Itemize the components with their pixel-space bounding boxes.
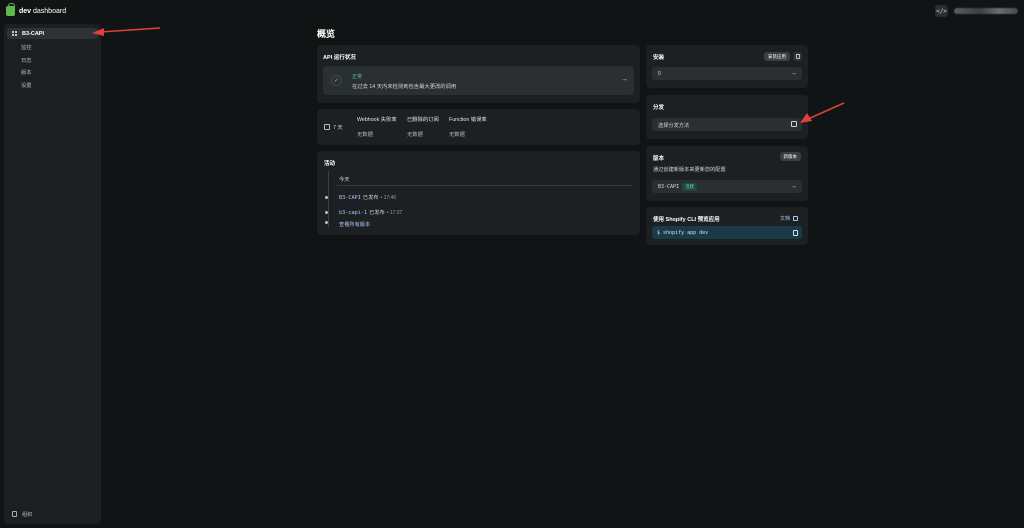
current-version-row[interactable]: B3-CAPI 活跃 →	[652, 180, 802, 193]
building-icon	[12, 511, 17, 517]
event-time: • 17:37	[386, 209, 403, 216]
period-selector[interactable]: 7 天	[333, 123, 343, 131]
status-badge: 正常	[352, 74, 363, 80]
install-count: 0	[658, 71, 661, 77]
cli-card: 使用 Shopify CLI 预览应用 文档 $ shopify app dev	[646, 207, 808, 245]
api-health-card: API 运行状况 ✓ 正常 在过去 14 天内未检测到包含最大更改的调用 →	[317, 45, 640, 103]
arrow-right-icon[interactable]: →	[621, 76, 628, 83]
brand-logo[interactable]: dev dashboard	[6, 3, 67, 16]
sidebar: B3-CAPI 监控 日志 版本 设置 组织	[4, 24, 101, 524]
metrics-card: 7 天 Webhook 失败率 无数据 已删除的订阅 无数据 Function …	[317, 109, 640, 145]
app-grid-icon	[12, 30, 18, 37]
annotation-arrow-sidebar	[92, 27, 161, 36]
brand-text: dev dashboard	[19, 7, 67, 15]
arrow-right-icon: →	[790, 182, 797, 190]
metric-deleted-subscriptions: 已删除的订阅 无数据	[407, 115, 439, 138]
cli-command-box: $ shopify app dev	[652, 226, 802, 239]
metric-webhook: Webhook 失败率 无数据	[357, 115, 397, 138]
sidebar-item-monitoring[interactable]: 监控	[21, 42, 32, 55]
docs-link[interactable]: 文档	[780, 215, 798, 222]
choose-distribution-button[interactable]: 选择分发方法	[652, 118, 802, 131]
event-text: 已发布	[362, 195, 379, 201]
activity-view-all-row	[325, 221, 339, 224]
timeline-dot	[325, 211, 328, 214]
event-version-link[interactable]: B3-CAPI	[339, 195, 361, 201]
versions-card: 版本 新版本 通过创建新版本来更新您的配置 B3-CAPI 活跃 →	[646, 146, 808, 201]
sidebar-item-settings[interactable]: 设置	[21, 80, 32, 93]
active-badge: 活跃	[682, 183, 698, 191]
timeline-dot	[325, 221, 328, 224]
install-count-row[interactable]: 0 →	[652, 67, 802, 80]
status-description: 在过去 14 天内未检测到包含最大更改的调用	[352, 84, 457, 90]
api-health-title: API 运行状况	[323, 55, 356, 61]
sidebar-item-logs[interactable]: 日志	[21, 55, 32, 68]
sidebar-item-organization[interactable]: 组织	[12, 510, 33, 518]
event-time: • 17:46	[380, 194, 397, 201]
metric-function-errors: Function 错误率 无数据	[449, 115, 487, 138]
top-bar: dev dashboard </>	[0, 0, 1024, 22]
check-icon: ✓	[331, 75, 342, 86]
install-card: 安装 安装应用 0 →	[646, 45, 808, 88]
distribution-card: 分发 选择分发方法	[646, 95, 808, 139]
versions-description: 通过创建新版本来更新您的配置	[653, 167, 726, 173]
activity-event: b3-capi-1 已发布 • 17:37	[325, 209, 402, 216]
sidebar-item-app[interactable]: B3-CAPI	[7, 28, 98, 39]
trash-icon[interactable]	[793, 52, 802, 61]
sidebar-nav: 监控 日志 版本 设置	[21, 42, 32, 93]
sidebar-item-versions[interactable]: 版本	[21, 67, 32, 80]
activity-title: 活动	[324, 161, 336, 167]
account-menu[interactable]	[954, 8, 1018, 14]
sidebar-footer-label: 组织	[22, 512, 33, 518]
page-title: 概览	[317, 29, 336, 39]
view-all-versions-link[interactable]: 查看所有版本	[339, 221, 370, 228]
event-text: 已发布	[369, 210, 385, 216]
arrow-right-icon: →	[790, 69, 797, 77]
external-link-icon	[793, 216, 798, 221]
api-status-row[interactable]: ✓ 正常 在过去 14 天内未检测到包含最大更改的调用 →	[323, 66, 634, 95]
metric-value: 无数据	[357, 132, 373, 138]
metric-header: Webhook 失败率	[357, 117, 397, 123]
metric-value: 无数据	[449, 132, 465, 138]
choose-distribution-label: 选择分发方法	[658, 123, 690, 129]
activity-event: B3-CAPI 已发布 • 17:46	[325, 194, 396, 201]
version-name: B3-CAPI	[658, 184, 680, 190]
event-version-link[interactable]: b3-capi-1	[339, 210, 367, 216]
new-version-button[interactable]: 新版本	[779, 152, 801, 161]
external-link-icon	[791, 121, 797, 127]
cli-command: $ shopify app dev	[657, 230, 709, 236]
activity-card: 活动 今天 B3-CAPI 已发布 • 17:46 b3-capi-1 已发布 …	[317, 151, 640, 235]
code-icon[interactable]: </>	[935, 5, 948, 17]
install-app-button[interactable]: 安装应用	[764, 52, 790, 61]
shopify-bag-icon	[6, 3, 15, 16]
versions-title: 版本	[653, 156, 665, 162]
metric-header: 已删除的订阅	[407, 117, 439, 123]
metric-header: Function 错误率	[449, 117, 487, 123]
divider	[337, 185, 633, 186]
sidebar-app-label: B3-CAPI	[22, 30, 45, 37]
install-title: 安装	[653, 55, 665, 61]
docs-label: 文档	[779, 216, 790, 222]
timeline-day: 今天	[339, 177, 350, 183]
top-right-controls: </>	[935, 5, 1018, 17]
current-version: B3-CAPI 活跃	[658, 183, 698, 191]
copy-icon[interactable]	[793, 229, 798, 236]
timeline-dot	[325, 196, 328, 199]
cli-title: 使用 Shopify CLI 预览应用	[653, 217, 720, 223]
metric-value: 无数据	[407, 132, 423, 138]
distribution-title: 分发	[653, 105, 665, 111]
calendar-icon	[324, 124, 330, 130]
